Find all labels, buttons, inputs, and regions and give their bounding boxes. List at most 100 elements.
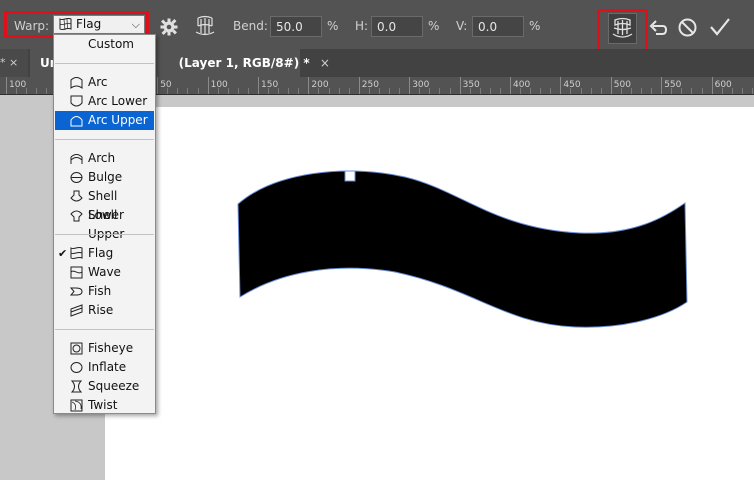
change-warp-orientation-icon[interactable] (194, 14, 216, 38)
ruler-minor-tick (429, 88, 431, 94)
menu-item-arc-upper[interactable]: Arc Upper (55, 111, 154, 130)
chevron-down-icon: ⌵ (131, 18, 140, 31)
ruler-minor-tick (298, 88, 300, 94)
ruler-minor-tick (26, 88, 28, 94)
ruler-minor-tick (671, 88, 673, 94)
ruler-minor-tick (489, 88, 491, 94)
previous-document-tab[interactable]: * × (0, 49, 28, 77)
ruler-minor-tick (368, 88, 370, 94)
menu-item-flag[interactable]: ✔ Flag (55, 244, 154, 263)
menu-item-fish[interactable]: Fish (55, 282, 154, 301)
ruler-minor-tick (691, 88, 693, 94)
gear-icon[interactable] (160, 18, 178, 36)
warp-control-handle[interactable] (344, 170, 356, 182)
ruler-minor-tick (520, 88, 522, 94)
menu-item-arch[interactable]: Arch (55, 149, 154, 168)
ruler-minor-tick (590, 88, 592, 94)
ruler-label: 250 (361, 80, 379, 90)
menu-item-label: Bulge (88, 170, 123, 184)
ruler-minor-tick (46, 88, 48, 94)
document-canvas[interactable] (105, 107, 754, 480)
ruler-minor-tick (499, 88, 501, 94)
ruler-minor-tick (268, 88, 270, 94)
menu-separator (55, 139, 154, 140)
ruler-minor-tick (288, 88, 290, 94)
bend-input[interactable] (270, 16, 322, 37)
ruler-minor-tick (237, 88, 239, 94)
bend-label: Bend: (233, 19, 268, 33)
ruler-label: 500 (613, 80, 631, 90)
ruler-minor-tick (600, 88, 602, 94)
menu-item-shell-lower[interactable]: Shell Lower (55, 187, 154, 222)
ruler-tick (610, 77, 612, 94)
ruler-tick (6, 77, 7, 94)
h-percent-label: % (428, 19, 440, 33)
ruler-minor-tick (479, 88, 481, 94)
inflate-icon (70, 362, 83, 373)
horizontal-distortion-input[interactable] (371, 16, 423, 37)
ruler-tick (258, 77, 259, 94)
bulge-icon (70, 172, 83, 183)
v-percent-label: % (529, 19, 541, 33)
undo-icon[interactable] (648, 18, 668, 38)
menu-item-bulge[interactable]: Bulge (55, 168, 154, 187)
ruler-minor-tick (318, 88, 320, 94)
tab-title-rest: (Layer 1, RGB/8#) * (178, 56, 310, 70)
ruler-label: 300 (412, 80, 430, 90)
checkmark-icon[interactable] (709, 17, 731, 37)
menu-item-custom[interactable]: Custom (55, 35, 154, 54)
menu-item-arc-lower[interactable]: Arc Lower (55, 92, 154, 111)
ruler-minor-tick (348, 88, 350, 94)
ruler-minor-tick (449, 88, 451, 94)
flag-icon (70, 247, 83, 260)
warp-style-dropdown[interactable]: Flag ⌵ (53, 15, 145, 34)
warp-mode-icon (612, 17, 633, 38)
menu-item-label: Inflate (88, 360, 127, 374)
menu-separator (55, 234, 154, 235)
ruler-minor-tick (16, 88, 18, 94)
ruler-minor-tick (630, 88, 632, 94)
warp-mode-toggle[interactable] (608, 13, 637, 44)
ruler-minor-tick (399, 88, 401, 94)
ruler-minor-tick (731, 88, 733, 94)
menu-item-label: Arc Upper (88, 113, 148, 127)
menu-item-label: Squeeze (88, 379, 140, 393)
ruler-minor-tick (651, 88, 653, 94)
ruler-minor-tick (580, 88, 582, 94)
close-tab-icon[interactable]: × (320, 56, 330, 70)
arch-icon (70, 154, 83, 164)
menu-item-arc[interactable]: Arc (55, 73, 154, 92)
menu-item-squeeze[interactable]: Squeeze (55, 377, 154, 396)
wave-icon (70, 266, 83, 279)
arc-lower-icon (70, 95, 83, 107)
menu-item-twist[interactable]: Twist (55, 396, 154, 415)
cancel-icon[interactable] (677, 17, 698, 38)
ruler-minor-tick (620, 88, 622, 94)
menu-item-label: Arch (88, 151, 116, 165)
ruler-label: 600 (714, 80, 732, 90)
menu-item-shell-upper[interactable]: Shell Upper (55, 206, 154, 241)
ruler-minor-tick (389, 88, 391, 94)
vertical-distortion-input[interactable] (472, 16, 524, 37)
menu-item-label: Fisheye (88, 341, 134, 355)
warped-flag-shape[interactable] (105, 107, 754, 480)
ruler-minor-tick (540, 88, 542, 94)
ruler-minor-tick (177, 88, 179, 94)
menu-item-wave[interactable]: Wave (55, 263, 154, 282)
shell-upper-icon (70, 210, 83, 222)
ruler-minor-tick (217, 88, 219, 94)
ruler-minor-tick (227, 88, 229, 94)
menu-item-label: Flag (88, 246, 114, 260)
ruler-minor-tick (641, 88, 643, 94)
warp-label: Warp: (14, 19, 50, 33)
ruler-minor-tick (167, 88, 169, 94)
ruler-minor-tick (550, 88, 552, 94)
warp-style-menu: Custom Arc Arc Lower Arc Upper Arch Bulge Shel… (53, 34, 156, 414)
menu-item-fisheye[interactable]: Fisheye (55, 339, 154, 358)
menu-item-rise[interactable]: Rise (55, 301, 154, 320)
ruler-label: 200 (311, 80, 329, 90)
ruler-label: 150 (261, 80, 279, 90)
menu-item-inflate[interactable]: Inflate (55, 358, 154, 377)
ruler-tick (510, 77, 511, 94)
ruler-label: 450 (563, 80, 581, 90)
